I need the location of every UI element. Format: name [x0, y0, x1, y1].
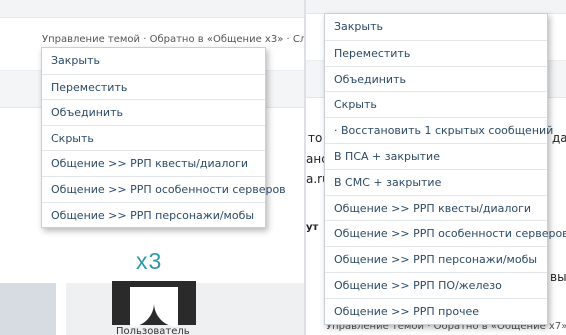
- avatar-shape-left: [130, 287, 154, 327]
- forum-label: x3: [136, 248, 163, 274]
- menu-item-hide[interactable]: Скрыть: [325, 91, 547, 117]
- post-text-fragment: да: [552, 131, 566, 145]
- menu-item-move-rrp-quests[interactable]: Общение >> РРП квесты/диалоги: [325, 194, 547, 221]
- top-bar: [0, 0, 306, 18]
- menu-item-hide[interactable]: Скрыть: [42, 124, 265, 151]
- menu-item-move-rrp-characters[interactable]: Общение >> РРП персонажи/мобы: [325, 246, 547, 272]
- menu-item-close[interactable]: Закрыть: [325, 14, 547, 40]
- menu-item-move[interactable]: Переместить: [42, 73, 265, 100]
- avatar[interactable]: [112, 281, 196, 327]
- post-text-fragment: вы: [550, 270, 566, 284]
- post-text-fragment: ут: [306, 222, 319, 233]
- menu-item-close[interactable]: Закрыть: [42, 48, 265, 74]
- sidebar-block: [0, 283, 56, 335]
- avatar-shape-right: [154, 287, 178, 327]
- top-bar: [306, 0, 566, 14]
- menu-item-merge[interactable]: Объединить: [42, 99, 265, 125]
- menu-item-move-rrp-characters[interactable]: Общение >> РРП персонажи/мобы: [42, 201, 265, 228]
- menu-item-move-rrp-hardware[interactable]: Общение >> РРП ПО/железо: [325, 271, 547, 298]
- moderation-menu-left: Закрыть Переместить Объединить Скрыть Об…: [41, 47, 286, 229]
- post-text-fragment: то: [308, 131, 323, 145]
- menu-item-move-rrp-servers[interactable]: Общение >> РРП особенности серверов: [325, 220, 566, 246]
- menu-item-move-sms-close[interactable]: В СМС + закрытие: [325, 168, 547, 195]
- menu-item-move-psa-close[interactable]: В ПСА + закрытие: [325, 142, 547, 169]
- menu-item-restore-hidden[interactable]: · Восстановить 1 скрытых сообщений: [325, 117, 553, 143]
- menu-item-move-rrp-servers[interactable]: Общение >> РРП особенности серверов: [42, 175, 286, 202]
- avatar-caption[interactable]: Пользователь: [116, 326, 190, 335]
- topic-breadcrumb[interactable]: Управление темой · Обратно в «Общение х3…: [42, 34, 306, 45]
- menu-item-move[interactable]: Переместить: [325, 39, 547, 66]
- moderation-menu-right: Закрыть Переместить Объединить Скрыть · …: [324, 13, 566, 325]
- menu-item-move-rrp-quests[interactable]: Общение >> РРП квесты/диалоги: [42, 150, 265, 176]
- menu-item-merge[interactable]: Объединить: [325, 65, 547, 92]
- menu-item-move-rrp-other[interactable]: Общение >> РРП прочее: [325, 297, 547, 324]
